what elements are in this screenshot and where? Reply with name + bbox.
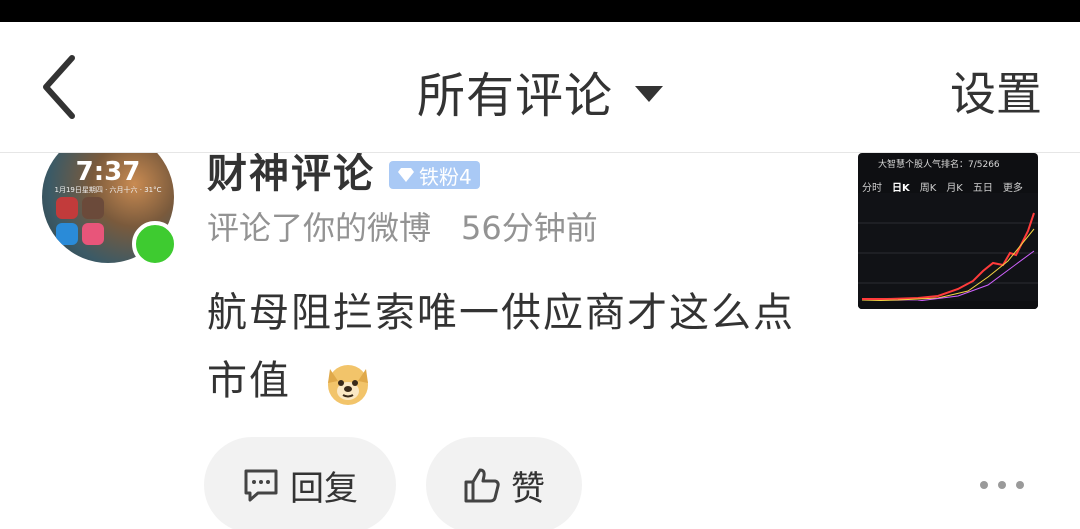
reply-label: 回复	[290, 468, 358, 509]
comment-text: 航母阻拦索唯一供应商才这么点市值	[207, 290, 795, 404]
page-title: 所有评论	[416, 68, 613, 124]
avatar-app-icon	[56, 197, 78, 219]
comment-filter-dropdown[interactable]: 所有评论	[417, 56, 663, 126]
like-label: 赞	[511, 468, 545, 509]
username[interactable]: 财神评论	[207, 153, 375, 199]
dropdown-triangle-icon	[635, 86, 663, 102]
avatar-app-icon	[82, 197, 104, 219]
fan-badge-label: 铁粉4	[419, 164, 472, 189]
comment-icon	[244, 469, 278, 502]
comment-item: 7:37 1月19日星期四 · 六月十六 · 31°C 财神评论 铁粉4 评论了…	[0, 153, 1080, 529]
more-dots-icon	[1016, 481, 1024, 489]
stock-chart-thumbnail[interactable]: 大智慧个股人气排名：7/5266 分时 日K 周K 月K 五日 更多	[858, 153, 1038, 309]
avatar-container[interactable]: 7:37 1月19日星期四 · 六月十六 · 31°C	[42, 153, 178, 267]
comment-timestamp: 56分钟前	[461, 209, 598, 247]
comment-body: 航母阻拦索唯一供应商才这么点市值	[207, 279, 827, 415]
reply-button[interactable]: 回复	[204, 437, 396, 529]
avatar-subtitle-text: 1月19日星期四 · 六月十六 · 31°C	[54, 186, 162, 194]
nav-title-area: 所有评论	[0, 56, 1080, 126]
status-bar	[0, 0, 1080, 22]
username-row: 财神评论 铁粉4	[207, 153, 480, 199]
fan-badge[interactable]: 铁粉4	[389, 161, 480, 189]
comment-actions: 回复 赞	[0, 437, 1080, 529]
comment-meta: 评论了你的微博 56分钟前	[207, 203, 598, 249]
diamond-icon	[398, 168, 414, 182]
more-dots-icon	[980, 481, 988, 489]
like-button[interactable]: 赞	[426, 437, 582, 529]
online-status-dot	[132, 221, 178, 267]
settings-button[interactable]: 设置	[950, 58, 1042, 124]
avatar-app-icon	[56, 223, 78, 245]
comment-action-text: 评论了你的微博	[207, 209, 432, 247]
thumbs-up-icon	[464, 468, 500, 503]
avatar-app-icon	[82, 223, 104, 245]
doge-emoji	[327, 365, 368, 405]
nav-bar: 所有评论 设置	[0, 22, 1080, 153]
more-dots-icon	[998, 481, 1006, 489]
avatar-time-text: 7:37	[75, 157, 141, 187]
more-options-button[interactable]	[980, 465, 1024, 505]
stock-chart-image	[858, 193, 1038, 309]
